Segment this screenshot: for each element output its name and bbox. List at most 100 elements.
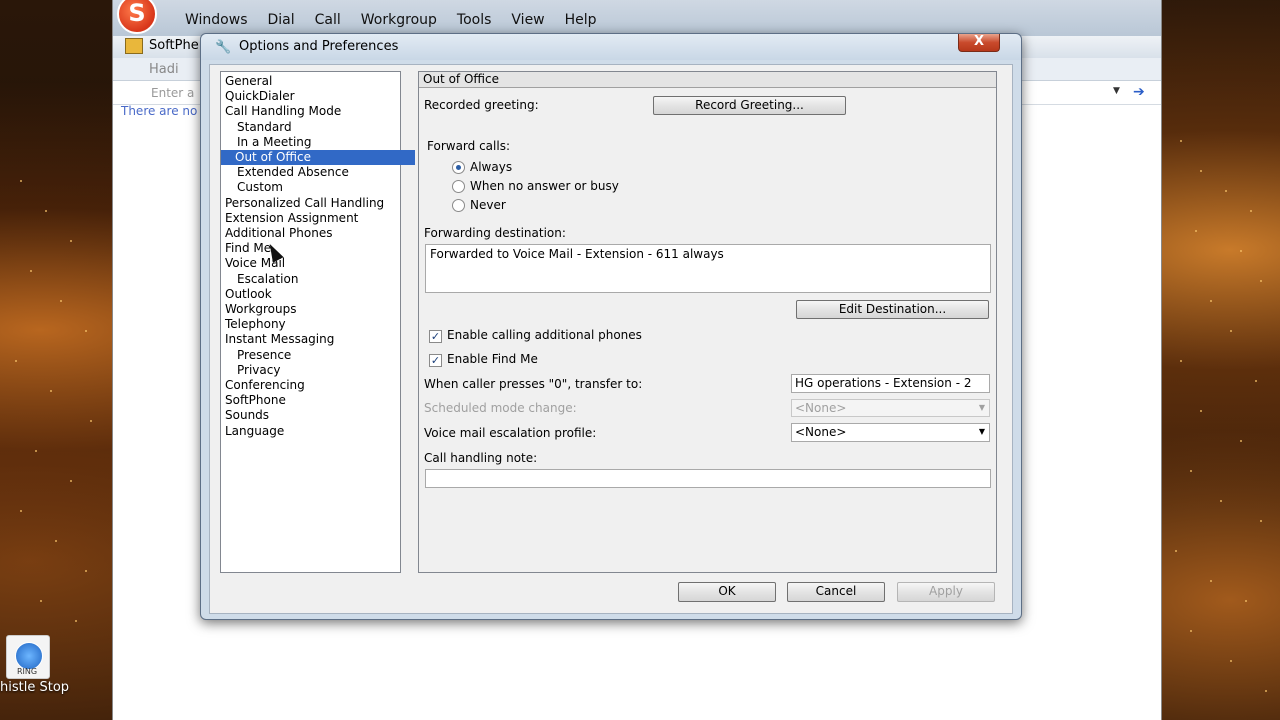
city-light: [1225, 190, 1227, 192]
nav-item-presence[interactable]: Presence: [235, 348, 293, 363]
dialog-titlebar[interactable]: 🔧 Options and Preferences: [201, 34, 1021, 60]
enable-additional-phones-label[interactable]: Enable calling additional phones: [447, 328, 642, 342]
city-light: [30, 270, 32, 272]
city-light: [1190, 470, 1192, 472]
menu-windows[interactable]: Windows: [175, 12, 258, 28]
forward-always-radio[interactable]: [452, 161, 465, 174]
city-light: [1250, 210, 1252, 212]
enable-find-me-checkbox[interactable]: ✓: [429, 354, 442, 367]
call-handling-note-label: Call handling note:: [424, 451, 538, 465]
city-light: [15, 360, 17, 362]
city-light: [1260, 280, 1262, 282]
chevron-down-icon: ▼: [978, 427, 985, 436]
city-light: [1200, 170, 1202, 172]
softphone-tab-label[interactable]: SoftPhe: [149, 38, 199, 53]
city-light: [85, 570, 87, 572]
nav-item-telephony[interactable]: Telephony: [223, 317, 288, 332]
city-light: [45, 210, 47, 212]
city-light: [35, 450, 37, 452]
forward-never-label[interactable]: Never: [470, 198, 506, 212]
app-menubar: Windows Dial Call Workgroup Tools View Help: [175, 12, 607, 28]
city-light: [20, 180, 22, 182]
nav-item-in-a-meeting[interactable]: In a Meeting: [235, 135, 314, 150]
dial-input[interactable]: Enter a: [151, 86, 194, 100]
softphone-icon: [125, 38, 143, 54]
nav-item-general[interactable]: General: [223, 74, 274, 89]
ok-button[interactable]: OK: [678, 582, 776, 602]
nav-item-out-of-office[interactable]: Out of Office: [221, 150, 415, 165]
menu-call[interactable]: Call: [305, 12, 351, 28]
cancel-button[interactable]: Cancel: [787, 582, 885, 602]
nav-item-extended-absence[interactable]: Extended Absence: [235, 165, 351, 180]
nav-item-softphone[interactable]: SoftPhone: [223, 393, 288, 408]
dial-go-arrow-icon[interactable]: ➔: [1133, 84, 1145, 100]
user-name-label: Hadi: [149, 62, 179, 77]
vm-escalation-value: <None>: [795, 425, 847, 439]
city-light: [1200, 410, 1202, 412]
scheduled-mode-value: <None>: [795, 401, 847, 415]
menu-tools[interactable]: Tools: [447, 12, 502, 28]
city-light: [1245, 600, 1247, 602]
nav-item-instant-messaging[interactable]: Instant Messaging: [223, 332, 336, 347]
city-light: [60, 300, 62, 302]
nav-item-personalized-call-handling[interactable]: Personalized Call Handling: [223, 196, 386, 211]
city-light: [1260, 520, 1262, 522]
out-of-office-panel: Out of Office Recorded greeting: Record …: [418, 71, 997, 573]
nav-item-privacy[interactable]: Privacy: [235, 363, 282, 378]
city-light: [1265, 690, 1267, 692]
city-light: [1220, 500, 1222, 502]
nav-item-workgroups[interactable]: Workgroups: [223, 302, 299, 317]
forward-no-answer-radio[interactable]: [452, 180, 465, 193]
forward-always-label[interactable]: Always: [470, 160, 512, 174]
city-light: [1175, 550, 1177, 552]
caller-zero-label: When caller presses "0", transfer to:: [424, 377, 643, 391]
enable-additional-phones-checkbox[interactable]: ✓: [429, 330, 442, 343]
scheduled-mode-select: <None> ▼: [791, 399, 990, 417]
options-dialog: 🔧 Options and Preferences X General Quick…: [200, 33, 1022, 620]
forward-never-radio[interactable]: [452, 199, 465, 212]
nav-item-extension-assignment[interactable]: Extension Assignment: [223, 211, 360, 226]
city-light: [55, 540, 57, 542]
enable-find-me-label[interactable]: Enable Find Me: [447, 352, 538, 366]
app-titlebar: S Windows Dial Call Workgroup Tools View Help: [113, 0, 1161, 36]
city-light: [40, 600, 42, 602]
menu-dial[interactable]: Dial: [258, 12, 305, 28]
close-button[interactable]: X: [958, 34, 1000, 52]
city-light: [1240, 440, 1242, 442]
nav-item-sounds[interactable]: Sounds: [223, 408, 271, 423]
forwarding-destination-label: Forwarding destination:: [424, 226, 566, 240]
nav-item-quickdialer[interactable]: QuickDialer: [223, 89, 297, 104]
nav-item-call-handling-mode[interactable]: Call Handling Mode: [223, 104, 343, 119]
nav-item-custom[interactable]: Custom: [235, 180, 285, 195]
nav-item-standard[interactable]: Standard: [235, 120, 294, 135]
city-light: [1195, 230, 1197, 232]
menu-help[interactable]: Help: [555, 12, 607, 28]
vm-escalation-select[interactable]: <None> ▼: [791, 423, 990, 442]
record-greeting-button[interactable]: Record Greeting...: [653, 96, 846, 115]
app-logo-icon[interactable]: S: [117, 0, 157, 34]
nav-item-escalation[interactable]: Escalation: [235, 272, 300, 287]
nav-item-conferencing[interactable]: Conferencing: [223, 378, 307, 393]
apply-button[interactable]: Apply: [897, 582, 995, 602]
city-light: [1210, 300, 1212, 302]
menu-workgroup[interactable]: Workgroup: [351, 12, 447, 28]
city-light: [1255, 380, 1257, 382]
city-light: [90, 420, 92, 422]
city-light: [75, 620, 77, 622]
edit-destination-button[interactable]: Edit Destination...: [796, 300, 989, 319]
city-light: [1180, 360, 1182, 362]
call-handling-note-input[interactable]: [425, 469, 991, 488]
nav-item-language[interactable]: Language: [223, 424, 286, 439]
city-light: [70, 240, 72, 242]
menu-view[interactable]: View: [501, 12, 554, 28]
chevron-down-icon: ▼: [978, 403, 985, 412]
desktop-icon-label[interactable]: histle Stop: [0, 680, 69, 695]
forward-no-answer-label[interactable]: When no answer or busy: [470, 179, 619, 193]
caller-zero-field[interactable]: HG operations - Extension - 2: [791, 374, 990, 393]
ring-shortcut-icon[interactable]: RING: [6, 635, 50, 679]
desktop-icon-caption: RING: [17, 667, 38, 676]
dial-dropdown-icon[interactable]: ▼: [1113, 86, 1120, 96]
nav-item-additional-phones[interactable]: Additional Phones: [223, 226, 334, 241]
city-light: [20, 510, 22, 512]
nav-item-outlook[interactable]: Outlook: [223, 287, 274, 302]
